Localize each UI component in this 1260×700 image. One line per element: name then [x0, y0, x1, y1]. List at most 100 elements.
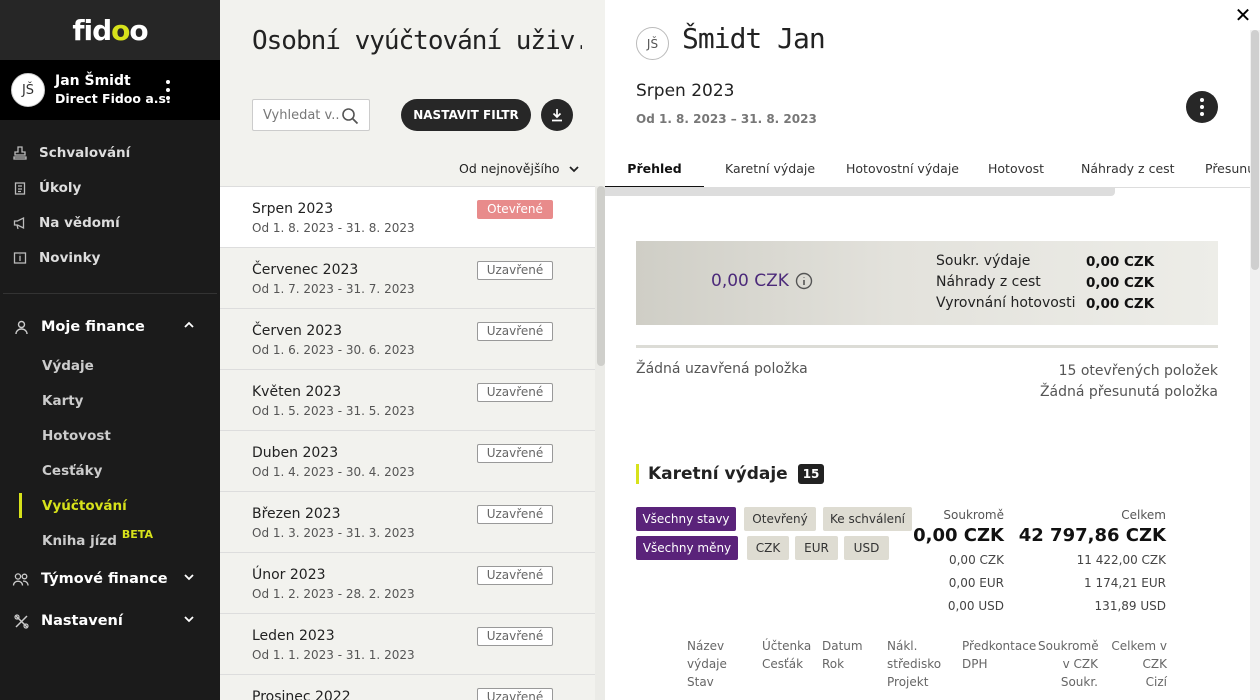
- list-scrollbar[interactable]: [595, 186, 605, 700]
- period-name: Březen 2023: [252, 506, 341, 522]
- tab-presunuto[interactable]: Přesunu: [1205, 152, 1250, 187]
- sidebar-item-kniha-jizd[interactable]: Kniha jízd BETA: [0, 523, 220, 558]
- open-items-text: 15 otevřených položek: [1058, 363, 1218, 379]
- status-badge: Uzavřené: [477, 627, 553, 646]
- private-line: 0,00 USD: [947, 599, 1004, 613]
- megaphone-icon: [12, 215, 28, 231]
- sidebar-item-cestaky[interactable]: Cesťáky: [0, 453, 220, 488]
- summary-row-value: 0,00 CZK: [1086, 254, 1155, 270]
- chip-all-states[interactable]: Všechny stavy: [636, 507, 736, 531]
- user-info: Jan Šmidt Direct Fidoo a.s.: [55, 72, 171, 108]
- summary-total-value: 0,00 CZK: [711, 271, 789, 291]
- tabs-scrollbar[interactable]: [605, 188, 1115, 196]
- closed-items-text: Žádná uzavřená položka: [636, 361, 808, 377]
- tab-prehled[interactable]: Přehled: [605, 152, 704, 187]
- card-expenses-heading: Karetní výdaje 15: [636, 464, 825, 484]
- summary-row-label: Soukr. výdaje: [936, 253, 1031, 269]
- list-item[interactable]: Duben 2023 Od 1. 4. 2023 - 30. 4. 2023 U…: [220, 430, 595, 491]
- sidebar-item-vyuctovani[interactable]: Vyúčtování: [0, 488, 220, 523]
- chip-open[interactable]: Otevřený: [744, 507, 816, 531]
- column-header[interactable]: Celkem v CZK Cizí: [1107, 637, 1167, 691]
- sidebar-top-nav: Schvalování Úkoly Na vědomí Novinky: [0, 120, 220, 275]
- list-item[interactable]: Březen 2023 Od 1. 3. 2023 - 31. 3. 2023 …: [220, 491, 595, 552]
- search-box[interactable]: [252, 99, 370, 131]
- sidebar-item-label: Novinky: [39, 249, 101, 266]
- detail-user-name: Šmidt Jan: [682, 22, 826, 55]
- fidoo-logo[interactable]: fidoo: [72, 14, 148, 47]
- sidebar-item-schvalovani[interactable]: Schvalování: [0, 135, 220, 170]
- period-range: Od 1. 3. 2023 - 31. 3. 2023: [252, 526, 415, 540]
- period-range: Od 1. 1. 2023 - 31. 1. 2023: [252, 648, 415, 662]
- sidebar-item-label: Úkoly: [39, 179, 82, 196]
- user-block: JŠ Jan Šmidt Direct Fidoo a.s.: [0, 60, 220, 120]
- sidebar-group-nastaveni[interactable]: Nastavení: [0, 600, 220, 642]
- sort-dropdown[interactable]: Od nejnovějšího: [459, 161, 580, 176]
- moved-items-text: Žádná přesunutá položka: [1039, 384, 1218, 400]
- chip-usd[interactable]: USD: [844, 536, 889, 560]
- sidebar-group-moje-finance[interactable]: Moje finance: [0, 306, 220, 348]
- column-header[interactable]: Předkontace DPH: [962, 637, 1036, 673]
- settlement-list-panel: Osobní vyúčtování uživ... NASTAVIT FILTR…: [220, 0, 605, 700]
- section-title: Karetní výdaje: [648, 464, 788, 484]
- list-item[interactable]: Prosinec 2022 Uzavřené: [220, 674, 595, 700]
- status-badge: Uzavřené: [477, 261, 553, 280]
- scrollbar-thumb[interactable]: [597, 186, 605, 366]
- private-line: 0,00 EUR: [948, 576, 1004, 590]
- sidebar-item-vydaje[interactable]: Výdaje: [0, 348, 220, 383]
- sidebar-item-ukoly[interactable]: Úkoly: [0, 170, 220, 205]
- status-badge: Uzavřené: [477, 688, 553, 700]
- set-filter-button[interactable]: NASTAVIT FILTR: [401, 99, 531, 131]
- user-avatar[interactable]: JŠ: [11, 73, 45, 107]
- sidebar-item-karty[interactable]: Karty: [0, 383, 220, 418]
- period-range: Od 1. 7. 2023 - 31. 7. 2023: [252, 282, 415, 296]
- period-range: Od 1. 8. 2023 - 31. 8. 2023: [252, 221, 415, 235]
- list-item[interactable]: Červen 2023 Od 1. 6. 2023 - 30. 6. 2023 …: [220, 308, 595, 369]
- list-item[interactable]: Leden 2023 Od 1. 1. 2023 - 31. 1. 2023 U…: [220, 613, 595, 674]
- info-icon[interactable]: [795, 272, 813, 290]
- search-input[interactable]: [263, 107, 339, 123]
- list-item[interactable]: Červenec 2023 Od 1. 7. 2023 - 31. 7. 202…: [220, 247, 595, 308]
- tools-icon: [12, 613, 30, 629]
- column-header[interactable]: Název výdaje Stav: [687, 637, 727, 691]
- open-items-info: 15 otevřených položek Žádná přesunutá po…: [1040, 361, 1218, 403]
- overall-label: Celkem: [1121, 508, 1166, 522]
- search-icon[interactable]: [341, 107, 359, 125]
- chip-eur[interactable]: EUR: [795, 536, 838, 560]
- list-item[interactable]: Únor 2023 Od 1. 2. 2023 - 28. 2. 2023 Uz…: [220, 552, 595, 613]
- sidebar-item-na-vedomi[interactable]: Na vědomí: [0, 205, 220, 240]
- close-icon[interactable]: ✕: [1226, 0, 1260, 30]
- sidebar-item-hotovost[interactable]: Hotovost: [0, 418, 220, 453]
- tab-hotovost[interactable]: Hotovost: [988, 152, 1044, 187]
- sidebar-group-label: Nastavení: [41, 613, 123, 629]
- detail-period: Srpen 2023: [636, 81, 735, 101]
- summary-row-label: Vyrovnání hotovosti: [936, 295, 1076, 311]
- chip-all-currencies[interactable]: Všechny měny: [636, 536, 738, 560]
- period-range: Od 1. 2. 2023 - 28. 2. 2023: [252, 587, 415, 601]
- column-header[interactable]: Datum Rok: [822, 637, 863, 673]
- chip-czk[interactable]: CZK: [747, 536, 789, 560]
- tab-nahrady-z-cest[interactable]: Náhrady z cest: [1081, 152, 1175, 187]
- sidebar-divider: [3, 293, 217, 294]
- team-icon: [12, 572, 30, 587]
- column-header[interactable]: Účtenka Cesťák: [762, 637, 811, 673]
- list-item[interactable]: Květen 2023 Od 1. 5. 2023 - 31. 5. 2023 …: [220, 369, 595, 430]
- column-header[interactable]: Nákl. středisko Projekt: [887, 637, 941, 691]
- news-icon: [12, 250, 28, 266]
- user-company: Direct Fidoo a.s.: [55, 91, 171, 106]
- list-item[interactable]: Srpen 2023 Od 1. 8. 2023 - 31. 8. 2023 O…: [220, 186, 595, 247]
- tab-karetni-vydaje[interactable]: Karetní výdaje: [725, 152, 815, 187]
- period-name: Květen 2023: [252, 384, 342, 400]
- more-actions-icon[interactable]: [1186, 91, 1218, 123]
- column-header[interactable]: Soukromě v CZK Soukr.: [1038, 637, 1099, 691]
- detail-scrollbar[interactable]: [1250, 30, 1260, 700]
- sidebar-group-tymove-finance[interactable]: Týmové finance: [0, 558, 220, 600]
- user-menu-icon[interactable]: [163, 80, 173, 100]
- scrollbar-thumb[interactable]: [1251, 30, 1259, 270]
- sidebar-item-novinky[interactable]: Novinky: [0, 240, 220, 275]
- download-button[interactable]: [541, 99, 573, 131]
- period-range: Od 1. 4. 2023 - 30. 4. 2023: [252, 465, 415, 479]
- period-name: Duben 2023: [252, 445, 339, 461]
- tab-hotovostni-vydaje[interactable]: Hotovostní výdaje: [846, 152, 959, 187]
- sort-label: Od nejnovějšího: [459, 161, 560, 176]
- chip-for-approval[interactable]: Ke schválení: [823, 507, 912, 531]
